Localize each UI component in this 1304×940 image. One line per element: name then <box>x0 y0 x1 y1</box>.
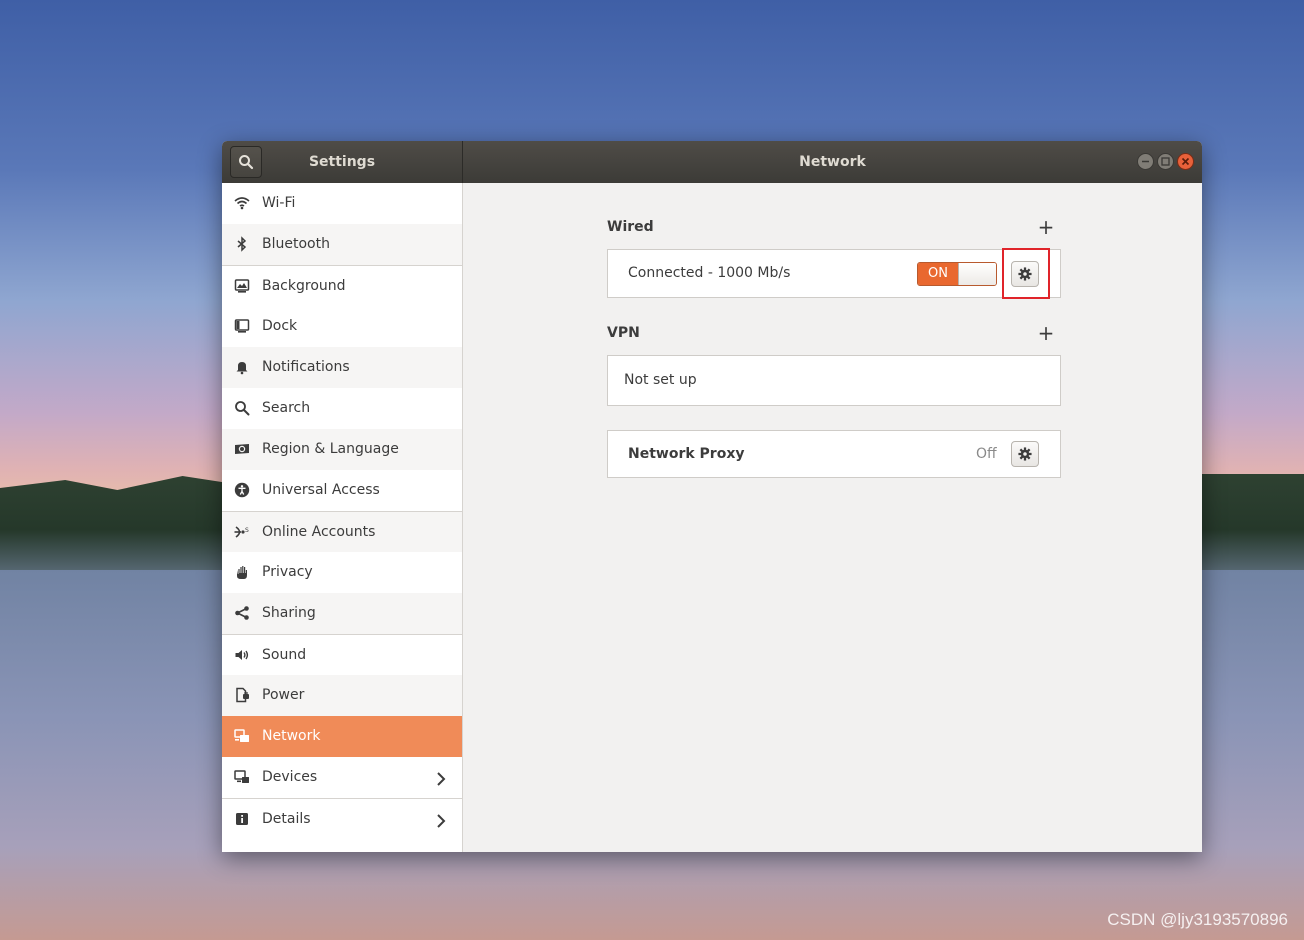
sidebar-item-search[interactable]: Search <box>222 388 462 429</box>
svg-text:S: S <box>245 527 249 534</box>
sidebar-item-label: Notifications <box>262 359 350 375</box>
sidebar-item-devices[interactable]: Devices <box>222 757 462 798</box>
search-button[interactable] <box>230 146 262 178</box>
page-title: Network <box>799 154 866 170</box>
sidebar-item-details[interactable]: Details <box>222 798 462 839</box>
network-icon <box>234 729 249 742</box>
sidebar-item-dock[interactable]: Dock <box>222 306 462 347</box>
highlight-box <box>1002 248 1050 299</box>
sidebar-item-label: Universal Access <box>262 482 380 498</box>
wired-section-title: Wired <box>607 219 654 235</box>
region-icon <box>235 444 249 454</box>
sidebar-item-label: Dock <box>262 318 298 334</box>
sidebar-item-label: Sound <box>262 647 307 663</box>
sidebar-item-label: Devices <box>262 769 318 785</box>
sidebar-item-universal-access[interactable]: Universal Access <box>222 470 462 511</box>
power-icon <box>236 687 249 703</box>
vpn-row: Not set up <box>607 355 1061 406</box>
sidebar-item-background[interactable]: Background <box>222 265 462 306</box>
proxy-value: Off <box>976 446 997 462</box>
sidebar-item-label: Bluetooth <box>262 236 330 252</box>
minimize-icon <box>1142 160 1149 163</box>
close-button[interactable] <box>1177 153 1194 170</box>
sidebar-item-label: Search <box>262 400 311 416</box>
sidebar-item-sound[interactable]: Sound <box>222 634 462 675</box>
close-icon <box>1181 157 1190 166</box>
sidebar-item-label: Online Accounts <box>262 524 376 540</box>
sidebar-item-region-language[interactable]: Region & Language <box>222 429 462 470</box>
vpn-section-title: VPN <box>607 325 640 341</box>
sidebar-item-label: Details <box>262 811 311 827</box>
speaker-icon <box>235 650 249 660</box>
titlebar-right: Network <box>463 141 1202 183</box>
proxy-title: Network Proxy <box>628 446 745 462</box>
sidebar-item-label: Background <box>262 278 346 294</box>
sidebar: Wi-Fi Bluetooth Background Dock Notifica… <box>222 183 463 852</box>
wired-add-button[interactable]: + <box>1036 217 1056 237</box>
chevron-right-icon <box>436 757 446 798</box>
sidebar-title: Settings <box>308 154 376 170</box>
info-icon <box>236 813 248 825</box>
search-icon <box>235 401 250 416</box>
sidebar-item-bluetooth[interactable]: Bluetooth <box>222 224 462 265</box>
network-panel: Wired + Connected - 1000 Mb/s ON VPN + N… <box>463 183 1202 852</box>
maximize-icon <box>1161 157 1170 166</box>
watermark: CSDN @ljy3193570896 <box>1107 910 1288 929</box>
bell-icon <box>236 362 248 375</box>
network-proxy-row[interactable]: Network Proxy Off <box>607 430 1061 478</box>
bluetooth-icon <box>237 236 247 252</box>
wifi-icon <box>234 197 250 210</box>
devices-icon <box>234 770 249 783</box>
sidebar-item-online-accounts[interactable]: S Online Accounts <box>222 511 462 552</box>
toggle-knob <box>958 263 996 285</box>
minimize-button[interactable] <box>1137 153 1154 170</box>
sidebar-item-label: Region & Language <box>262 441 399 457</box>
online-accounts-icon: S <box>234 526 249 538</box>
gear-icon <box>1018 447 1032 461</box>
sidebar-item-label: Sharing <box>262 605 316 621</box>
chevron-right-icon <box>436 799 446 840</box>
accessibility-icon <box>234 482 250 498</box>
sidebar-item-notifications[interactable]: Notifications <box>222 347 462 388</box>
share-icon <box>235 606 249 620</box>
settings-window: Settings Network Wi-Fi Bluetooth Backgro… <box>222 141 1202 852</box>
toggle-on-label: ON <box>918 263 958 285</box>
wired-connection-row: Connected - 1000 Mb/s ON <box>607 249 1061 298</box>
vpn-add-button[interactable]: + <box>1036 323 1056 343</box>
background-icon <box>234 279 250 293</box>
sidebar-item-network[interactable]: Network <box>222 716 462 757</box>
sidebar-item-sharing[interactable]: Sharing <box>222 593 462 634</box>
titlebar-left: Settings <box>222 141 463 183</box>
sidebar-item-wifi[interactable]: Wi-Fi <box>222 183 462 224</box>
search-icon <box>239 155 254 170</box>
titlebar: Settings Network <box>222 141 1202 183</box>
maximize-button[interactable] <box>1157 153 1174 170</box>
sidebar-item-label: Network <box>262 728 321 744</box>
dock-icon <box>234 319 250 333</box>
sidebar-item-label: Wi-Fi <box>262 195 296 211</box>
sidebar-item-label: Power <box>262 687 305 703</box>
sidebar-item-label: Privacy <box>262 564 313 580</box>
sidebar-item-power[interactable]: Power <box>222 675 462 716</box>
proxy-settings-button[interactable] <box>1011 441 1039 467</box>
wired-toggle[interactable]: ON <box>917 262 997 286</box>
hand-icon <box>237 566 247 579</box>
sidebar-item-privacy[interactable]: Privacy <box>222 552 462 593</box>
wired-status: Connected - 1000 Mb/s <box>628 265 791 281</box>
vpn-status: Not set up <box>624 372 697 388</box>
